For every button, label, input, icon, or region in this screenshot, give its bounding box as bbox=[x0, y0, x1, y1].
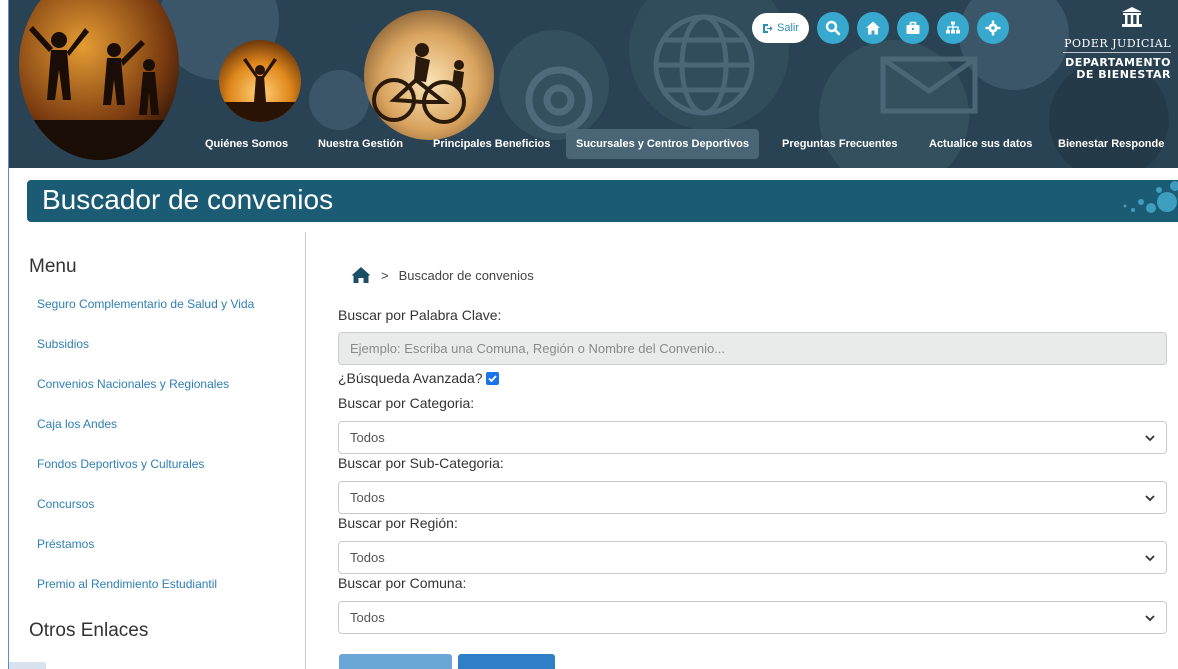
person-silhouette-icon bbox=[219, 58, 301, 122]
decorative-dots-icon bbox=[1123, 181, 1178, 213]
home-icon[interactable] bbox=[351, 266, 371, 284]
logo-title: PODER JUDICIAL bbox=[1064, 37, 1171, 50]
clear-filters-button[interactable] bbox=[458, 654, 555, 669]
bicycle-icon bbox=[372, 43, 466, 124]
advanced-search-row: ¿Búsqueda Avanzada? bbox=[338, 370, 499, 386]
briefcase-button[interactable] bbox=[897, 12, 930, 44]
breadcrumb-separator: > bbox=[381, 267, 389, 283]
region-select[interactable]: Todos bbox=[338, 541, 1167, 574]
courthouse-icon bbox=[1122, 7, 1142, 27]
top-toolbar: Salir bbox=[752, 10, 1010, 46]
photo-sunset-person bbox=[219, 40, 301, 122]
comuna-select-value: Todos bbox=[350, 610, 385, 625]
page-title-bar: Buscador de convenios bbox=[27, 180, 1178, 222]
comuna-label: Buscar por Comuna: bbox=[338, 575, 467, 591]
nav-actualice-datos[interactable]: Actualice sus datos bbox=[929, 129, 1032, 159]
checkmark-icon bbox=[487, 374, 497, 382]
logout-label: Salir bbox=[777, 22, 800, 34]
scroll-indicator bbox=[9, 662, 46, 669]
gear-icon bbox=[985, 20, 1001, 36]
sitemap-icon bbox=[946, 21, 961, 34]
search-icon bbox=[825, 20, 841, 36]
subcategory-select[interactable]: Todos bbox=[338, 481, 1167, 514]
logo-divider bbox=[1063, 52, 1171, 53]
category-select[interactable]: Todos bbox=[338, 421, 1167, 454]
decorative-bubble bbox=[309, 70, 369, 130]
chevron-down-icon bbox=[1145, 495, 1155, 502]
search-convenio-button[interactable] bbox=[339, 654, 452, 669]
logo-dept-line2: DE BIENESTAR bbox=[1076, 68, 1171, 81]
breadcrumb-current: Buscador de convenios bbox=[398, 267, 534, 283]
sidebar-item-fondos[interactable]: Fondos Deportivos y Culturales bbox=[37, 457, 204, 471]
nav-sucursales[interactable]: Sucursales y Centros Deportivos bbox=[566, 129, 760, 159]
chevron-down-icon bbox=[1145, 615, 1155, 622]
sidebar: Menu Seguro Complementario de Salud y Vi… bbox=[9, 232, 306, 669]
nav-principales-beneficios[interactable]: Principales Beneficios bbox=[433, 129, 550, 159]
keyword-input-wrapper bbox=[338, 332, 1167, 365]
keyword-label: Buscar por Palabra Clave: bbox=[338, 307, 502, 323]
sidebar-item-subsidios[interactable]: Subsidios bbox=[37, 337, 89, 351]
nav-quienes-somos[interactable]: Quiénes Somos bbox=[205, 129, 288, 159]
comuna-select[interactable]: Todos bbox=[338, 601, 1167, 634]
photo-cyclists bbox=[364, 10, 494, 140]
sidebar-item-prestamos[interactable]: Préstamos bbox=[37, 537, 94, 551]
briefcase-icon bbox=[906, 21, 920, 34]
sidebar-other-title: Otros Enlaces bbox=[29, 620, 149, 641]
sidebar-divider bbox=[305, 232, 306, 669]
globe-icon bbox=[653, 14, 755, 116]
nav-preguntas-frecuentes[interactable]: Preguntas Frecuentes bbox=[782, 129, 898, 159]
search-button[interactable] bbox=[817, 12, 850, 44]
keyword-input[interactable] bbox=[339, 333, 1166, 364]
site-header: Salir PODER JUDICIAL DEPARTAMENTO DE BIE… bbox=[9, 0, 1178, 168]
page-title: Buscador de convenios bbox=[42, 184, 334, 215]
sidebar-item-caja-los-andes[interactable]: Caja los Andes bbox=[37, 417, 117, 431]
settings-button[interactable] bbox=[977, 12, 1010, 44]
logout-button[interactable]: Salir bbox=[752, 13, 810, 43]
home-icon bbox=[866, 21, 881, 35]
envelope-icon bbox=[880, 56, 978, 114]
at-sign-icon bbox=[525, 66, 593, 134]
category-select-value: Todos bbox=[350, 430, 385, 445]
region-label: Buscar por Región: bbox=[338, 515, 458, 531]
sidebar-menu-title: Menu bbox=[29, 256, 77, 277]
nav-bienestar-responde[interactable]: Bienestar Responde bbox=[1058, 129, 1164, 159]
breadcrumb: > Buscador de convenios bbox=[351, 264, 534, 286]
subcategory-label: Buscar por Sub-Categoria: bbox=[338, 455, 504, 471]
sitemap-button[interactable] bbox=[937, 12, 970, 44]
sidebar-item-convenios[interactable]: Convenios Nacionales y Regionales bbox=[37, 377, 229, 391]
category-label: Buscar por Categoria: bbox=[338, 395, 475, 411]
sidebar-item-seguro[interactable]: Seguro Complementario de Salud y Vida bbox=[37, 297, 254, 311]
sidebar-item-concursos[interactable]: Concursos bbox=[37, 497, 94, 511]
region-select-value: Todos bbox=[350, 550, 385, 565]
sidebar-item-premio[interactable]: Premio al Rendimiento Estudiantil bbox=[37, 577, 217, 591]
subcategory-select-value: Todos bbox=[350, 490, 385, 505]
logout-icon bbox=[763, 23, 773, 33]
nav-nuestra-gestion[interactable]: Nuestra Gestión bbox=[318, 129, 403, 159]
advanced-search-label: ¿Búsqueda Avanzada? bbox=[338, 370, 483, 386]
page-frame: Salir PODER JUDICIAL DEPARTAMENTO DE BIE… bbox=[8, 0, 1178, 669]
chevron-down-icon bbox=[1145, 435, 1155, 442]
poder-judicial-logo[interactable]: PODER JUDICIAL DEPARTAMENTO DE BIENESTAR bbox=[1051, 6, 1171, 81]
home-button[interactable] bbox=[857, 12, 890, 44]
chevron-down-icon bbox=[1145, 555, 1155, 562]
advanced-search-checkbox[interactable] bbox=[485, 371, 499, 385]
main-nav: Quiénes Somos Nuestra Gestión Principale… bbox=[9, 129, 1178, 159]
